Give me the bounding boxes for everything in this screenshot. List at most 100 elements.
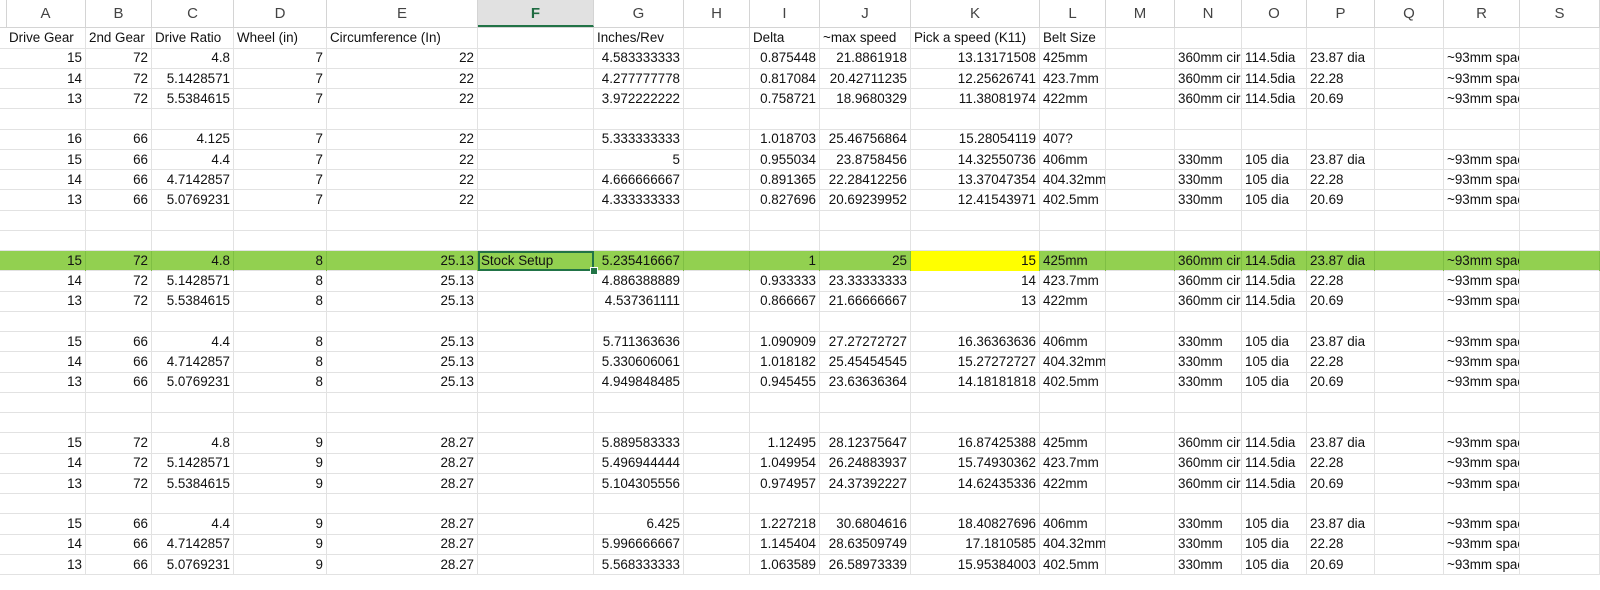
cell-r18[interactable]: ~93mm spacing [1444,372,1520,393]
column-header-n[interactable]: N [1175,0,1242,27]
cell-n17[interactable]: 330mm [1175,352,1242,373]
column-header-e[interactable]: E [327,0,478,27]
cell-n25[interactable]: 330mm [1175,514,1242,535]
cell-q24[interactable] [1375,493,1444,515]
cell-s22[interactable] [1520,453,1600,474]
cell-f18[interactable] [478,372,594,393]
cell-l26[interactable]: 404.32mm [1040,534,1106,555]
cell-s12[interactable] [1520,250,1600,272]
cell-c18[interactable]: 5.0769231 [152,372,234,393]
cell-o20[interactable] [1242,412,1307,434]
cell-f8[interactable] [478,169,594,191]
cell-e9[interactable]: 22 [327,190,478,211]
cell-m5[interactable] [1106,109,1175,130]
cell-s25[interactable] [1520,514,1600,535]
cell-l11[interactable] [1040,230,1106,251]
cell-m7[interactable] [1106,149,1175,170]
cell-b11[interactable] [86,230,152,251]
cell-j13[interactable]: 23.33333333 [820,271,911,292]
cell-j21[interactable]: 28.12375647 [820,433,911,454]
cell-c2[interactable]: 4.8 [152,48,234,69]
column-header-j[interactable]: J [820,0,911,27]
cell-a15[interactable] [6,311,86,332]
cell-d18[interactable]: 8 [234,372,327,393]
cell-b16[interactable]: 66 [86,331,152,353]
column-header-o[interactable]: O [1242,0,1307,27]
column-header-g[interactable]: G [594,0,684,27]
cell-k27[interactable]: 15.95384003 [911,554,1040,575]
cell-i11[interactable] [750,230,820,251]
cell-h8[interactable] [684,169,750,191]
cell-e25[interactable]: 28.27 [327,514,478,535]
cell-c19[interactable] [152,392,234,413]
cell-d9[interactable]: 7 [234,190,327,211]
cell-c1[interactable]: Drive Ratio [152,28,234,49]
cell-q5[interactable] [1375,109,1444,130]
cell-o23[interactable]: 114.5dia [1242,473,1307,494]
cell-h5[interactable] [684,109,750,130]
cell-k2[interactable]: 13.13171508 [911,48,1040,69]
cell-g22[interactable]: 5.496944444 [594,453,684,474]
cell-p11[interactable] [1307,230,1375,251]
cell-c7[interactable]: 4.4 [152,149,234,170]
cell-b27[interactable]: 66 [86,554,152,575]
cell-j9[interactable]: 20.69239952 [820,190,911,211]
cell-m9[interactable] [1106,190,1175,211]
cell-b2[interactable]: 72 [86,48,152,69]
fill-handle[interactable] [590,267,598,275]
cell-p12[interactable]: 23.87 dia [1307,250,1375,272]
cell-r12[interactable]: ~93mm spacing [1444,250,1520,272]
cell-q15[interactable] [1375,311,1444,332]
cell-b3[interactable]: 72 [86,68,152,89]
cell-d23[interactable]: 9 [234,473,327,494]
cell-h12[interactable] [684,250,750,272]
cell-i17[interactable]: 1.018182 [750,352,820,373]
cell-m12[interactable] [1106,250,1175,272]
cell-g14[interactable]: 4.537361111 [594,291,684,312]
cell-m16[interactable] [1106,331,1175,353]
cell-h15[interactable] [684,311,750,332]
cell-p5[interactable] [1307,109,1375,130]
cell-h7[interactable] [684,149,750,170]
cell-b26[interactable]: 66 [86,534,152,555]
cell-d10[interactable] [234,210,327,231]
cell-s7[interactable] [1520,149,1600,170]
cell-l23[interactable]: 422mm [1040,473,1106,494]
cell-q12[interactable] [1375,250,1444,272]
cell-e18[interactable]: 25.13 [327,372,478,393]
cell-i19[interactable] [750,392,820,413]
spreadsheet-grid[interactable]: ABCDEFGHIJKLMNOPQRS Drive Gear 2nd Gear Dr… [0,0,1600,590]
cell-f16[interactable] [478,331,594,353]
cell-k15[interactable] [911,311,1040,332]
cell-h20[interactable] [684,412,750,434]
cell-a3[interactable]: 14 [6,68,86,89]
cell-b20[interactable] [86,412,152,434]
cell-k3[interactable]: 12.25626741 [911,68,1040,89]
cell-f26[interactable] [478,534,594,555]
cell-a16[interactable]: 15 [6,331,86,353]
cell-o10[interactable] [1242,210,1307,231]
cell-f4[interactable] [478,88,594,110]
cell-n13[interactable]: 360mm cir [1175,271,1242,292]
cell-r4[interactable]: ~93mm spacing [1444,88,1520,110]
cell-d7[interactable]: 7 [234,149,327,170]
cell-i15[interactable] [750,311,820,332]
cell-d4[interactable]: 7 [234,88,327,110]
cell-l25[interactable]: 406mm [1040,514,1106,535]
cell-g27[interactable]: 5.568333333 [594,554,684,575]
cell-e12[interactable]: 25.13 [327,250,478,272]
cell-f9[interactable] [478,190,594,211]
cell-q3[interactable] [1375,68,1444,89]
cell-g26[interactable]: 5.996666667 [594,534,684,555]
cell-a27[interactable]: 13 [6,554,86,575]
cell-o9[interactable]: 105 dia [1242,190,1307,211]
cell-b23[interactable]: 72 [86,473,152,494]
cell-n18[interactable]: 330mm [1175,372,1242,393]
cell-n4[interactable]: 360mm cir [1175,88,1242,110]
cell-j18[interactable]: 23.63636364 [820,372,911,393]
cell-k21[interactable]: 16.87425388 [911,433,1040,454]
cell-k19[interactable] [911,392,1040,413]
cell-l22[interactable]: 423.7mm [1040,453,1106,474]
cell-h25[interactable] [684,514,750,535]
cell-o16[interactable]: 105 dia [1242,331,1307,353]
